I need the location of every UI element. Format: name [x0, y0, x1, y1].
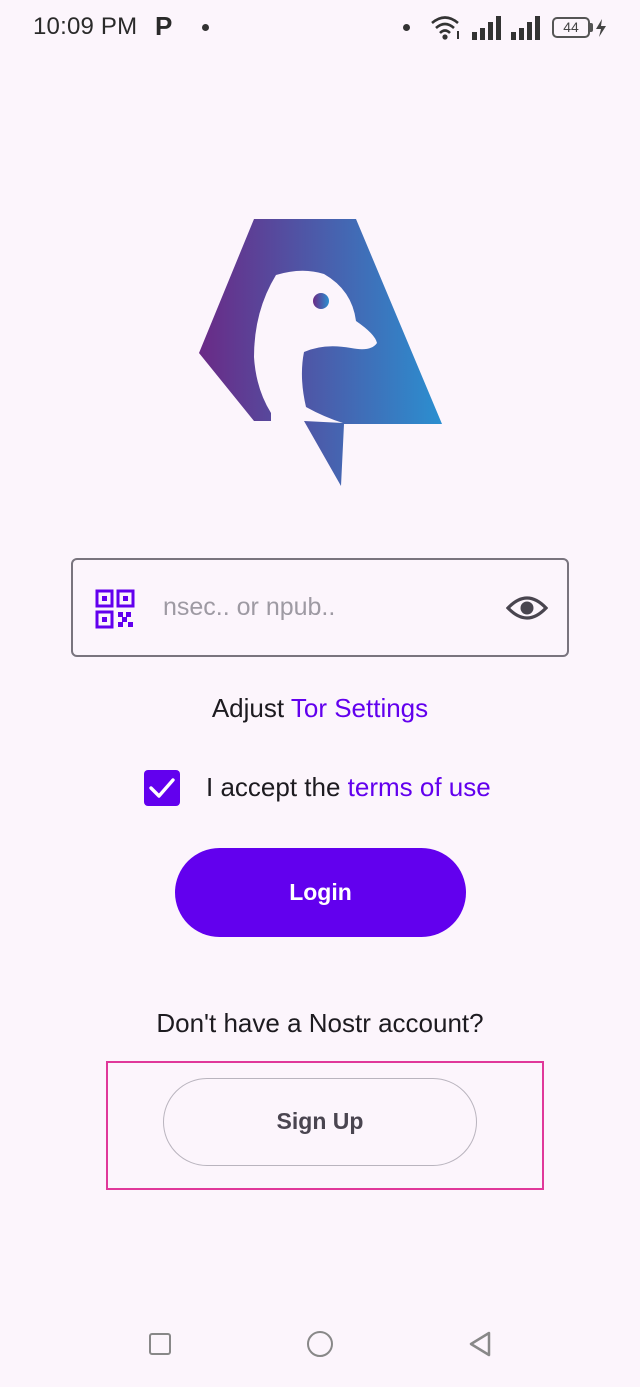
charging-icon — [596, 19, 606, 37]
checkmark-icon — [149, 778, 175, 798]
eye-icon[interactable] — [506, 590, 548, 626]
terms-of-use-link[interactable]: terms of use — [348, 772, 491, 802]
no-account-text: Don't have a Nostr account? — [156, 1008, 484, 1038]
status-bar: 10:09 PM P 44 — [0, 0, 640, 56]
wifi-icon — [431, 16, 459, 40]
app-logo — [199, 219, 442, 486]
battery-level: 44 — [563, 19, 579, 35]
home-nav-button[interactable] — [307, 1331, 333, 1357]
battery-nub — [590, 23, 593, 32]
tor-settings-line: Adjust Tor Settings — [0, 693, 640, 724]
notification-dot-icon — [202, 24, 209, 31]
back-nav-button[interactable] — [467, 1330, 493, 1358]
recents-nav-button[interactable] — [149, 1333, 171, 1355]
qr-code-icon[interactable] — [95, 589, 135, 629]
signal-icon — [472, 16, 501, 40]
tor-settings-link[interactable]: Tor Settings — [291, 693, 428, 723]
key-input-container — [71, 558, 569, 657]
notification-dot-icon — [403, 24, 410, 31]
login-button[interactable]: Login — [175, 848, 466, 937]
battery-icon: 44 — [552, 17, 590, 38]
sign-up-button[interactable]: Sign Up — [163, 1078, 477, 1166]
accept-prefix-text: I accept the — [206, 772, 341, 802]
terms-checkbox[interactable] — [144, 770, 180, 806]
accept-terms-text: I accept the terms of use — [206, 772, 491, 803]
nostr-key-input[interactable] — [163, 582, 483, 632]
parking-notification-icon: P — [155, 11, 173, 41]
tor-prefix-text: Adjust — [211, 693, 285, 723]
status-time: 10:09 PM — [33, 13, 138, 40]
signal-icon — [511, 16, 540, 40]
